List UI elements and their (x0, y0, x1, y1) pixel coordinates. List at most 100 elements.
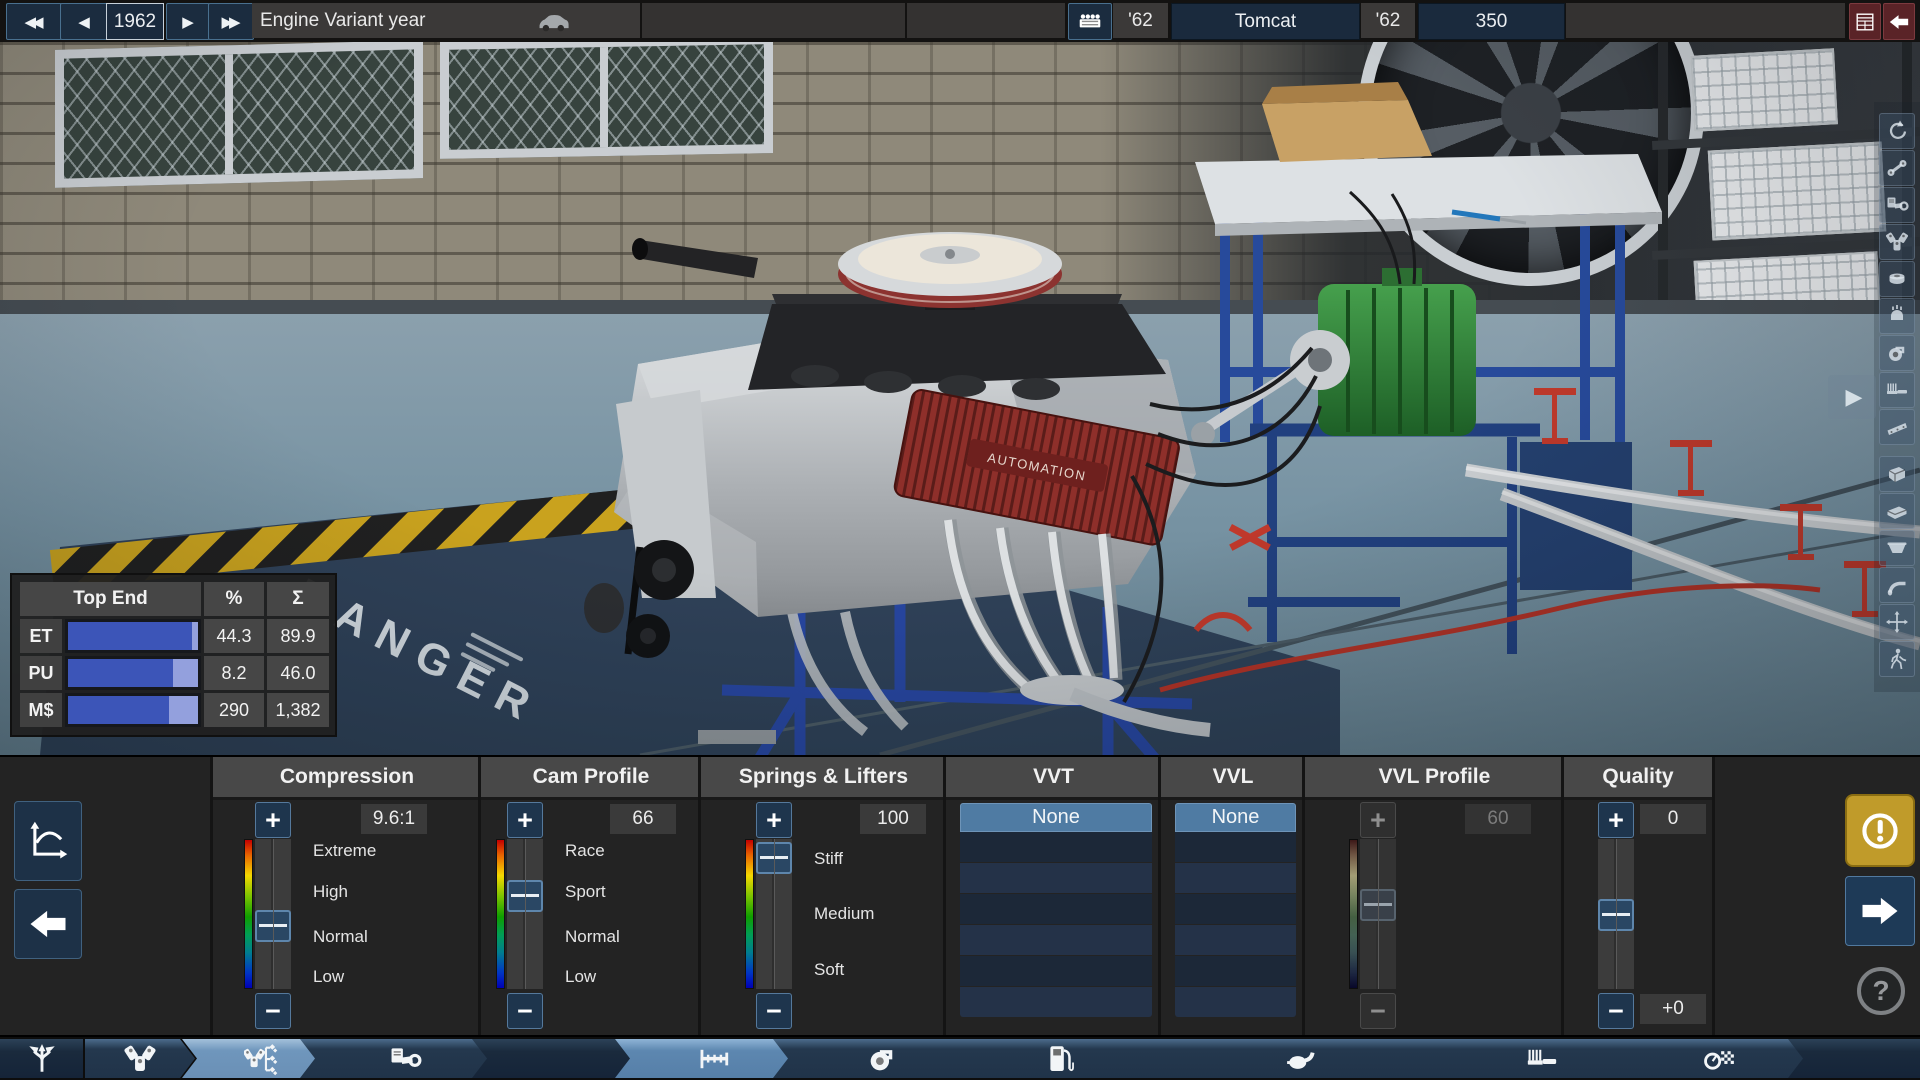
warning-button[interactable] (1845, 794, 1915, 867)
turbocharger-icon (1885, 341, 1909, 365)
cam-value[interactable]: 66 (610, 804, 676, 834)
compression-increase-button[interactable]: + (255, 802, 291, 838)
option-row[interactable] (1175, 894, 1296, 924)
data-sheet-button[interactable] (1849, 3, 1881, 40)
stat-percent: 44.3 (204, 619, 264, 653)
sidebar-oil-pan-button[interactable] (1879, 530, 1915, 566)
springs-slider[interactable] (756, 839, 792, 989)
quality-increase-button[interactable]: + (1598, 802, 1634, 838)
tab-branch-arrows[interactable] (0, 1039, 83, 1078)
sidebar-crankshaft-button[interactable] (1879, 150, 1915, 186)
quality-decrease-button[interactable]: − (1598, 993, 1634, 1029)
cam-slider[interactable] (507, 839, 543, 989)
springs-decrease-button[interactable]: − (756, 993, 792, 1029)
option-row[interactable] (1175, 832, 1296, 862)
section-vvt: VVT None (943, 757, 1161, 1035)
option-row[interactable] (1175, 987, 1296, 1017)
section-vvl-profile: VVL Profile + 60 − (1302, 757, 1564, 1035)
quality-slider[interactable] (1598, 839, 1634, 989)
tab-turbocharger[interactable] (773, 1039, 978, 1078)
stat-sum: 89.9 (267, 619, 329, 653)
quality-slider-handle[interactable] (1598, 899, 1634, 931)
sidebar-cylinder-head-button[interactable] (1879, 493, 1915, 529)
tab-exhaust-headers[interactable] (1434, 1039, 1636, 1078)
variant-year-label: '62 (1361, 3, 1415, 38)
air-cleaner-icon (1885, 267, 1909, 291)
year-last-button[interactable]: ▶▶ (208, 3, 254, 40)
option-row[interactable] (960, 987, 1152, 1017)
tick-label: Low (565, 967, 597, 986)
compression-decrease-button[interactable]: − (255, 993, 291, 1029)
option-row[interactable] (960, 894, 1152, 924)
tab-fuel-pump[interactable] (952, 1039, 1156, 1078)
exit-back-button[interactable] (1883, 3, 1915, 40)
cam-increase-button[interactable]: + (507, 802, 543, 838)
distributor-icon (1885, 304, 1909, 328)
tab-vee-engine[interactable] (85, 1039, 195, 1078)
sidebar-distributor-button[interactable] (1879, 298, 1915, 334)
help-button[interactable]: ? (1857, 967, 1905, 1015)
sidebar-piston-button[interactable] (1879, 187, 1915, 223)
option-row[interactable] (1175, 863, 1296, 893)
sidebar-air-cleaner-button[interactable] (1879, 261, 1915, 297)
next-button[interactable] (1845, 876, 1915, 946)
sidebar-turbocharger-button[interactable] (1879, 335, 1915, 371)
sidebar-exhaust-pipe-button[interactable] (1879, 567, 1915, 603)
tick-label: Soft (814, 959, 845, 979)
option-row[interactable] (1175, 956, 1296, 986)
arrow-right-icon (1859, 890, 1901, 932)
option-row[interactable] (960, 956, 1152, 986)
sidebar-rotate-view-button[interactable] (1879, 113, 1915, 149)
sidebar-exhaust-headers-button[interactable] (1879, 372, 1915, 408)
year-field[interactable]: 1962 (106, 3, 164, 40)
sidebar-move-tool-button[interactable] (1879, 604, 1915, 640)
car-segment[interactable] (466, 3, 640, 38)
compression-slider[interactable] (255, 839, 291, 989)
cam-slider-handle[interactable] (507, 879, 543, 912)
engine-3d-viewport[interactable]: DANGER AUTOMATION ▶ Top End % Σ ET 44.3 … (0, 42, 1920, 755)
play-button[interactable]: ▶ (1828, 375, 1876, 419)
turbocharger-icon (865, 1042, 899, 1076)
sidebar-vee-engine-button[interactable] (1879, 224, 1915, 260)
tab-blank-4[interactable] (472, 1039, 640, 1078)
arrow-left-icon (27, 903, 69, 945)
option-row[interactable] (1175, 925, 1296, 955)
option-row[interactable] (960, 863, 1152, 893)
tab-piston[interactable] (300, 1039, 497, 1078)
tab-test-flag[interactable] (1611, 1039, 1813, 1078)
year-next-button[interactable]: ▶ (166, 3, 210, 40)
variant-name-field[interactable]: 350 (1418, 3, 1565, 40)
option-row[interactable] (960, 925, 1152, 955)
tick-label: Extreme (313, 841, 377, 860)
tab-blank-11[interactable] (1788, 1039, 1920, 1078)
section-title: VVL (1161, 757, 1305, 800)
family-year-label: '62 (1113, 3, 1168, 38)
sidebar-walk-mode-button[interactable] (1879, 641, 1915, 677)
stats-col-sum: Σ (267, 582, 329, 616)
springs-increase-button[interactable]: + (756, 802, 792, 838)
test-flag-icon (1702, 1042, 1736, 1076)
graph-view-button[interactable] (14, 801, 82, 881)
tab-engine-variant[interactable] (182, 1039, 326, 1078)
cam-decrease-button[interactable]: − (507, 993, 543, 1029)
family-name-field[interactable]: Tomcat (1171, 3, 1360, 40)
vvt-selected-option[interactable]: None (960, 803, 1152, 832)
springs-value[interactable]: 100 (860, 804, 926, 834)
engine-button[interactable] (1068, 3, 1112, 40)
arrow-left-icon (1888, 11, 1910, 33)
sidebar-valve-cover-button[interactable] (1879, 409, 1915, 445)
compression-slider-handle[interactable] (255, 909, 291, 942)
section-title: VVT (946, 757, 1161, 800)
compression-value[interactable]: 9.6:1 (361, 804, 427, 834)
springs-slider-handle[interactable] (756, 842, 792, 874)
vvl-selected-option[interactable]: None (1175, 803, 1296, 832)
year-first-button[interactable]: ◀◀ (6, 3, 62, 40)
sidebar-engine-block-button[interactable] (1879, 456, 1915, 492)
back-button[interactable] (14, 889, 82, 959)
tab-muffler[interactable] (1131, 1039, 1460, 1078)
tab-camshaft[interactable] (615, 1039, 799, 1078)
year-prev-button[interactable]: ◀ (60, 3, 108, 40)
stat-sum: 46.0 (267, 656, 329, 690)
option-row[interactable] (960, 832, 1152, 862)
quality-value[interactable]: 0 (1640, 804, 1706, 834)
